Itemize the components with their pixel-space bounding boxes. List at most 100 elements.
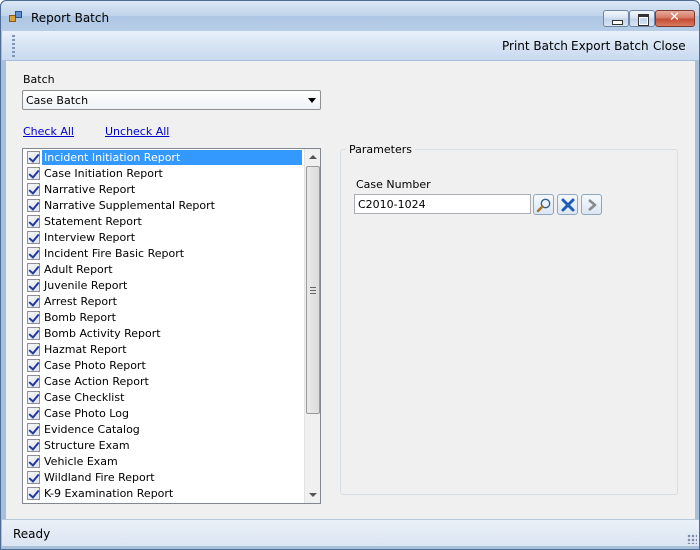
search-button[interactable] xyxy=(533,194,554,215)
list-item-label: Incident Initiation Report xyxy=(42,150,302,165)
list-item-label: Narrative Supplemental Report xyxy=(44,199,215,212)
list-item[interactable]: Hazmat Report xyxy=(23,341,304,357)
checkbox[interactable] xyxy=(27,295,40,308)
list-item[interactable]: Case Checklist xyxy=(23,389,304,405)
list-item-label: Incident Fire Basic Report xyxy=(44,247,185,260)
list-item-label: Case Photo Log xyxy=(44,407,129,420)
checkbox[interactable] xyxy=(27,375,40,388)
checkbox[interactable] xyxy=(27,167,40,180)
list-item-label: Case Initiation Report xyxy=(44,167,163,180)
checkbox[interactable] xyxy=(27,311,40,324)
status-bar: Ready xyxy=(2,519,699,546)
report-batch-window: Report Batch Print Batch Export Batch Cl… xyxy=(0,0,700,550)
case-number-input[interactable] xyxy=(354,194,531,214)
list-item[interactable]: Case Photo Report xyxy=(23,357,304,373)
x-icon xyxy=(561,198,575,212)
client-area: Batch Case Batch Check All Uncheck All I… xyxy=(6,61,695,519)
list-item-label: Hazmat Report xyxy=(44,343,127,356)
list-item-label: Evidence Catalog xyxy=(44,423,140,436)
list-item[interactable]: Statement Report xyxy=(23,213,304,229)
export-batch-button[interactable]: Export Batch xyxy=(571,39,649,53)
magnifier-icon xyxy=(536,198,551,213)
list-item[interactable]: Narrative Supplemental Report xyxy=(23,197,304,213)
list-item[interactable]: Bomb Activity Report xyxy=(23,325,304,341)
list-item[interactable]: Case Photo Log xyxy=(23,405,304,421)
chevron-down-icon[interactable] xyxy=(308,98,316,103)
window-title: Report Batch xyxy=(31,11,110,25)
list-item[interactable]: Case Initiation Report xyxy=(23,165,304,181)
list-item[interactable]: Evidence Catalog xyxy=(23,421,304,437)
checkbox[interactable] xyxy=(27,199,40,212)
list-item-label: K-9 Examination Report xyxy=(44,487,174,500)
toolbar: Print Batch Export Batch Close xyxy=(2,31,699,61)
list-item-label: Wildland Fire Report xyxy=(44,471,155,484)
checkbox[interactable] xyxy=(27,263,40,276)
toolbar-grip-icon[interactable] xyxy=(12,35,15,57)
go-button[interactable] xyxy=(581,194,602,215)
checkbox[interactable] xyxy=(27,183,40,196)
checkbox[interactable] xyxy=(27,487,40,500)
scrollbar-thumb[interactable] xyxy=(306,166,320,414)
list-item-label: Vehicle Exam xyxy=(44,455,118,468)
list-item[interactable]: Bomb Report xyxy=(23,309,304,325)
checkbox[interactable] xyxy=(27,327,40,340)
batch-label: Batch xyxy=(23,73,55,86)
close-button[interactable]: Close xyxy=(653,39,686,53)
list-item[interactable]: K-9 Examination Report xyxy=(23,485,304,501)
list-item-label: Structure Exam xyxy=(44,439,130,452)
list-item-label: Arrest Report xyxy=(44,295,117,308)
minimize-button[interactable] xyxy=(603,10,629,27)
print-batch-button[interactable]: Print Batch xyxy=(502,39,568,53)
list-item[interactable]: Structure Exam xyxy=(23,437,304,453)
list-item[interactable]: Arrest Report xyxy=(23,293,304,309)
checkbox[interactable] xyxy=(27,215,40,228)
batch-select-value: Case Batch xyxy=(26,94,89,107)
batch-select[interactable]: Case Batch xyxy=(22,90,321,110)
list-item-label: Bomb Report xyxy=(44,311,116,324)
checkbox[interactable] xyxy=(27,247,40,260)
checkbox[interactable] xyxy=(27,439,40,452)
list-item-label: Narrative Report xyxy=(44,183,136,196)
case-number-label: Case Number xyxy=(356,178,431,191)
list-item[interactable]: Narrative Report xyxy=(23,181,304,197)
report-checklist[interactable]: Incident Initiation Report Case Initiatio… xyxy=(22,148,321,504)
uncheck-all-link[interactable]: Uncheck All xyxy=(105,125,169,138)
list-item[interactable]: Juvenile Report xyxy=(23,277,304,293)
scroll-up-icon[interactable] xyxy=(305,149,320,165)
list-item-label: Juvenile Report xyxy=(44,279,128,292)
close-window-button[interactable] xyxy=(655,10,695,27)
checkbox[interactable] xyxy=(27,407,40,420)
list-item[interactable]: Adult Report xyxy=(23,261,304,277)
list-item-label: Case Checklist xyxy=(44,391,125,404)
list-item-label: Bomb Activity Report xyxy=(44,327,161,340)
checkbox[interactable] xyxy=(27,343,40,356)
parameters-title: Parameters xyxy=(346,143,415,156)
list-item[interactable]: Interview Report xyxy=(23,229,304,245)
status-text: Ready xyxy=(13,527,51,541)
checkbox[interactable] xyxy=(27,359,40,372)
check-all-link[interactable]: Check All xyxy=(23,125,74,138)
checkbox[interactable] xyxy=(27,455,40,468)
app-icon xyxy=(9,11,23,23)
resize-grip-icon[interactable] xyxy=(687,534,697,544)
checkbox[interactable] xyxy=(27,471,40,484)
checkbox[interactable] xyxy=(27,151,40,164)
checkbox[interactable] xyxy=(27,391,40,404)
list-item[interactable]: Case Action Report xyxy=(23,373,304,389)
list-scrollbar[interactable] xyxy=(304,149,320,503)
scroll-down-icon[interactable] xyxy=(305,487,320,503)
checkbox[interactable] xyxy=(27,231,40,244)
title-bar[interactable]: Report Batch xyxy=(1,1,699,31)
maximize-button[interactable] xyxy=(629,10,655,27)
list-item-label: Interview Report xyxy=(44,231,136,244)
clear-button[interactable] xyxy=(557,194,578,215)
chevron-right-icon xyxy=(588,199,597,211)
list-item[interactable]: Incident Initiation Report xyxy=(23,149,304,165)
list-item[interactable]: Vehicle Exam xyxy=(23,453,304,469)
list-item-label: Statement Report xyxy=(44,215,142,228)
checkbox[interactable] xyxy=(27,423,40,436)
list-item[interactable]: Incident Fire Basic Report xyxy=(23,245,304,261)
list-item-label: Case Action Report xyxy=(44,375,149,388)
checkbox[interactable] xyxy=(27,279,40,292)
list-item[interactable]: Wildland Fire Report xyxy=(23,469,304,485)
